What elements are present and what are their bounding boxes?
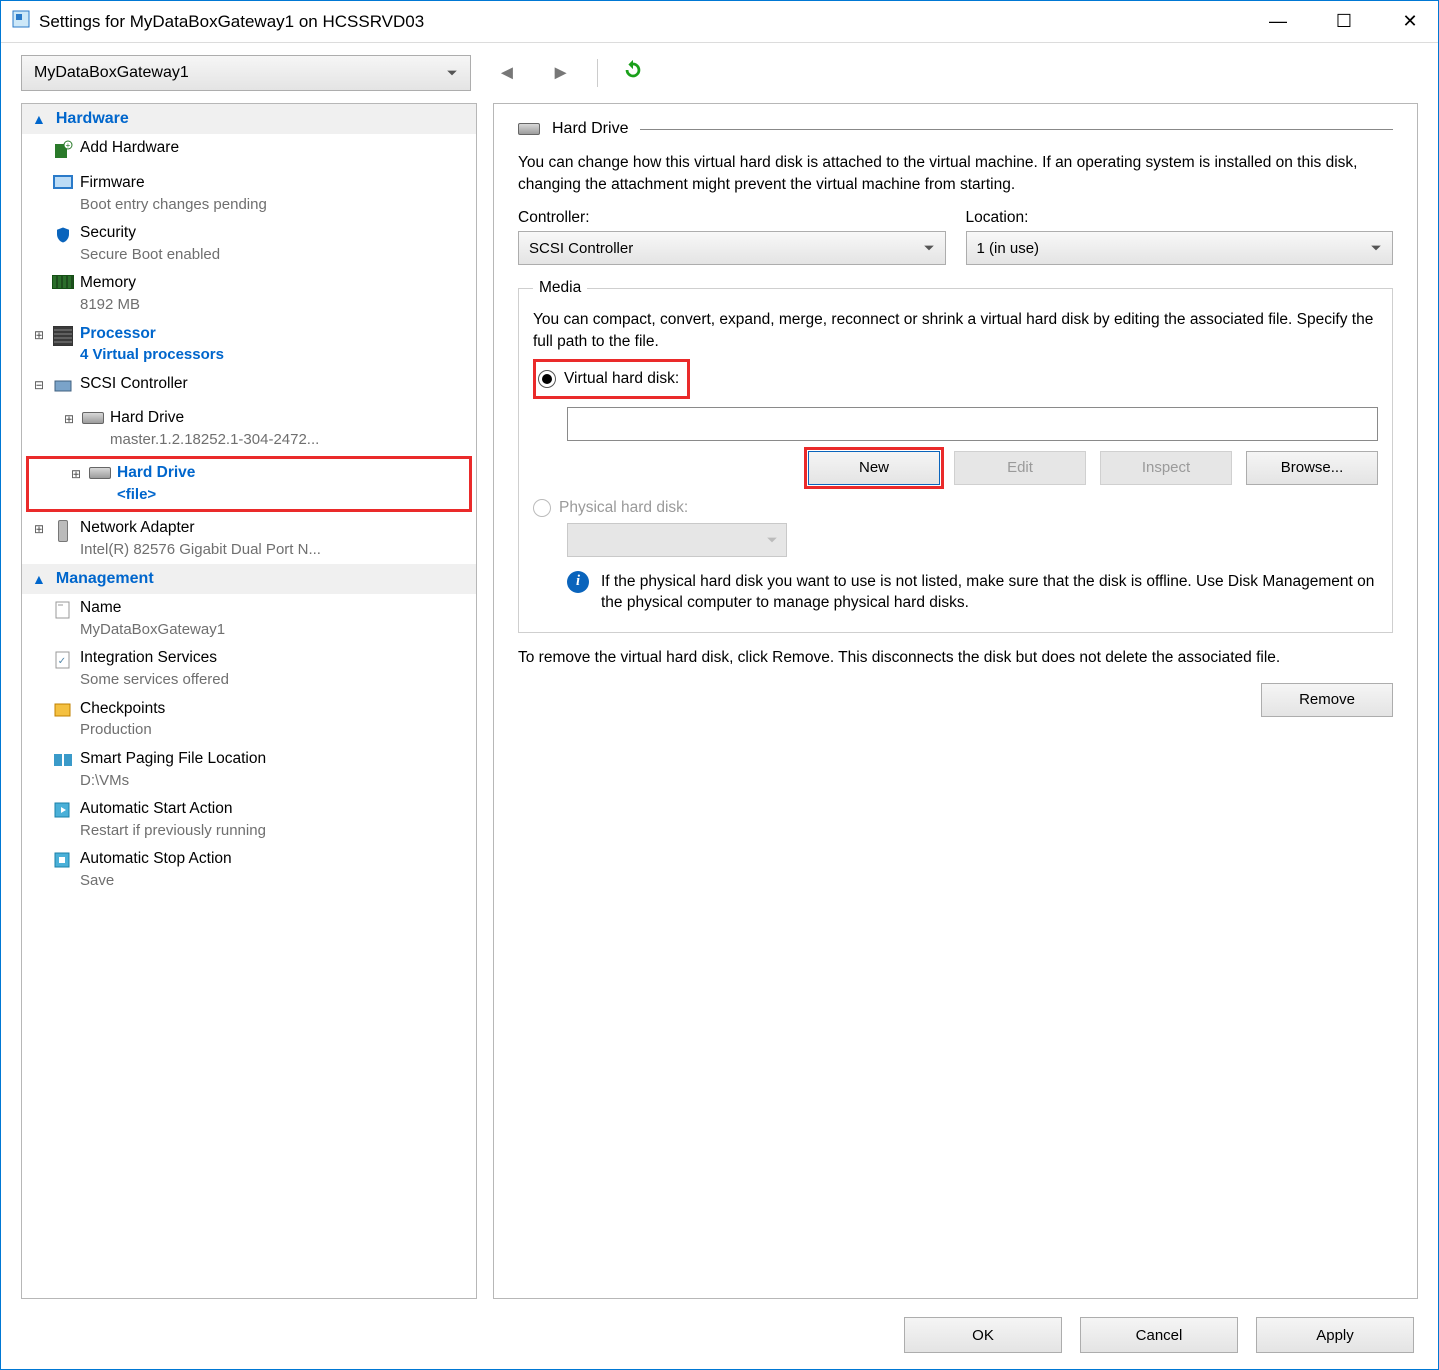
apply-button[interactable]: Apply [1256, 1317, 1414, 1353]
new-button[interactable]: New [808, 451, 940, 485]
edit-button: Edit [954, 451, 1086, 485]
category-hardware[interactable]: ▲ Hardware [22, 104, 476, 134]
expand-icon[interactable]: ⊞ [62, 408, 76, 426]
item-memory[interactable]: Memory 8192 MB [22, 269, 476, 319]
scsi-icon [52, 374, 74, 400]
phys-disk-select [567, 523, 787, 557]
nic-icon [52, 518, 74, 546]
minimize-button[interactable]: — [1260, 11, 1296, 32]
highlight-vhd-radio: Virtual hard disk: [533, 359, 690, 399]
inspect-button: Inspect [1100, 451, 1232, 485]
location-label: Location: [966, 209, 1394, 227]
item-name[interactable]: Name MyDataBoxGateway1 [22, 594, 476, 644]
nav-back-button[interactable]: ◄ [489, 60, 525, 87]
highlight-box-selected-item: ⊞ Hard Drive <file> [26, 456, 472, 512]
remove-button[interactable]: Remove [1261, 683, 1393, 717]
ok-button[interactable]: OK [904, 1317, 1062, 1353]
paging-icon [52, 749, 74, 773]
location-select[interactable]: 1 (in use) [966, 231, 1394, 265]
phys-radio-label: Physical hard disk: [559, 499, 688, 517]
item-security[interactable]: Security Secure Boot enabled [22, 219, 476, 269]
collapse-up-icon: ▲ [32, 111, 46, 127]
media-legend: Media [533, 279, 587, 297]
item-hard-drive-1[interactable]: ⊞ Hard Drive <file> [29, 459, 469, 509]
item-hard-drive-0[interactable]: ⊞ Hard Drive master.1.2.18252.1-304-2472… [22, 404, 476, 454]
start-icon [52, 799, 74, 825]
cancel-button[interactable]: Cancel [1080, 1317, 1238, 1353]
integration-icon: ✓ [52, 648, 74, 674]
expand-icon[interactable]: ⊞ [69, 463, 83, 481]
controller-label: Controller: [518, 209, 946, 227]
category-label: Hardware [56, 110, 129, 128]
expand-icon[interactable]: ⊞ [32, 324, 46, 342]
phys-radio [533, 499, 551, 517]
media-fieldset: Media You can compact, convert, expand, … [518, 279, 1393, 633]
window-title: Settings for MyDataBoxGateway1 on HCSSRV… [39, 12, 1260, 32]
checkpoint-icon [52, 699, 74, 723]
disk-icon [82, 408, 104, 426]
vm-selector-value: MyDataBoxGateway1 [34, 64, 189, 82]
refresh-icon[interactable] [616, 57, 650, 89]
vm-selector[interactable]: MyDataBoxGateway1 [21, 55, 471, 91]
media-description: You can compact, convert, expand, merge,… [533, 305, 1378, 358]
item-firmware[interactable]: Firmware Boot entry changes pending [22, 169, 476, 219]
expand-icon[interactable]: ⊞ [32, 518, 46, 536]
maximize-button[interactable]: ☐ [1326, 11, 1362, 32]
collapse-icon[interactable]: ⊟ [32, 374, 46, 392]
info-icon: i [567, 571, 589, 593]
controller-select[interactable]: SCSI Controller [518, 231, 946, 265]
titlebar: Settings for MyDataBoxGateway1 on HCSSRV… [1, 1, 1438, 43]
phys-info-text: If the physical hard disk you want to us… [601, 571, 1378, 614]
vhd-radio-label: Virtual hard disk: [564, 370, 679, 388]
disk-icon [89, 463, 111, 481]
item-checkpoints[interactable]: Checkpoints Production [22, 695, 476, 745]
settings-tree: ▲ Hardware + Add Hardware Firmware Boot … [21, 103, 477, 1299]
shield-icon [52, 223, 74, 250]
add-hardware-icon: + [52, 138, 74, 165]
processor-icon [52, 324, 74, 350]
detail-panel: Hard Drive You can change how this virtu… [493, 103, 1418, 1299]
browse-button[interactable]: Browse... [1246, 451, 1378, 485]
section-divider [640, 129, 1393, 130]
svg-text:✓: ✓ [58, 656, 66, 667]
item-integration-services[interactable]: ✓ Integration Services Some services off… [22, 644, 476, 694]
monitor-icon [52, 173, 74, 193]
name-icon [52, 598, 74, 624]
panel-title: Hard Drive [552, 120, 628, 138]
toolbar: MyDataBoxGateway1 ◄ ► [1, 43, 1438, 103]
item-auto-start[interactable]: Automatic Start Action Restart if previo… [22, 795, 476, 845]
item-network-adapter[interactable]: ⊞ Network Adapter Intel(R) 82576 Gigabit… [22, 514, 476, 564]
toolbar-divider [597, 59, 598, 87]
vhd-path-input[interactable] [567, 407, 1378, 441]
remove-description: To remove the virtual hard disk, click R… [518, 647, 1393, 669]
category-management[interactable]: ▲ Management [22, 564, 476, 594]
memory-icon [52, 273, 74, 293]
close-button[interactable]: ✕ [1392, 11, 1428, 32]
item-add-hardware[interactable]: + Add Hardware [22, 134, 476, 169]
item-scsi-controller[interactable]: ⊟ SCSI Controller [22, 370, 476, 404]
category-label: Management [56, 570, 154, 588]
dialog-footer: OK Cancel Apply [1, 1313, 1438, 1367]
panel-description: You can change how this virtual hard dis… [518, 152, 1393, 195]
collapse-up-icon: ▲ [32, 571, 46, 587]
item-auto-stop[interactable]: Automatic Stop Action Save [22, 845, 476, 895]
nav-forward-button[interactable]: ► [543, 60, 579, 87]
vhd-radio[interactable] [538, 370, 556, 388]
app-icon [11, 9, 31, 34]
stop-icon [52, 849, 74, 875]
item-processor[interactable]: ⊞ Processor 4 Virtual processors [22, 320, 476, 370]
disk-icon [518, 120, 540, 138]
svg-text:+: + [66, 141, 71, 150]
item-smart-paging[interactable]: Smart Paging File Location D:\VMs [22, 745, 476, 795]
